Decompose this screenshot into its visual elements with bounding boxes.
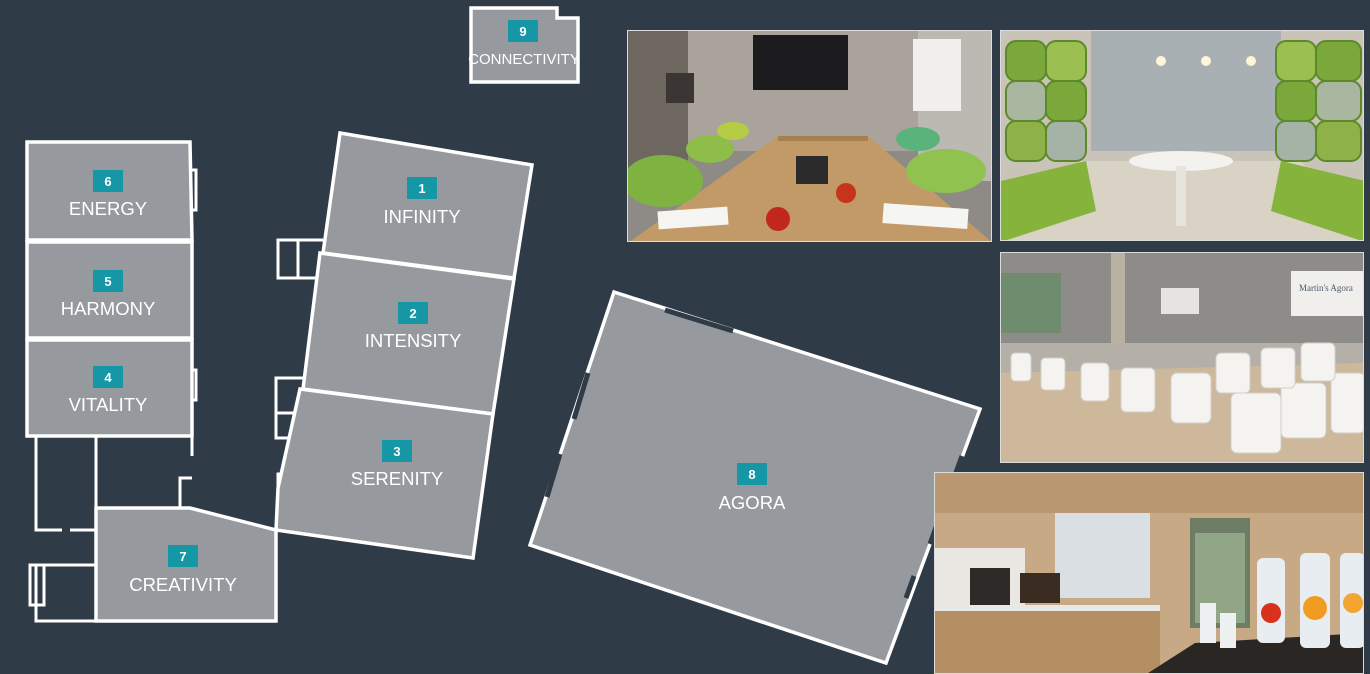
coffee-break-photo — [934, 472, 1364, 674]
room-name: SERENITY — [351, 468, 444, 489]
room-number: 6 — [104, 174, 111, 189]
screen-sign-text: Martin's Agora — [1299, 283, 1353, 293]
room-number: 5 — [104, 274, 111, 289]
room-name: CONNECTIVITY — [468, 51, 580, 68]
room-name: ENERGY — [69, 198, 147, 219]
room-number: 7 — [179, 549, 186, 564]
room-number: 4 — [104, 370, 112, 385]
room-number: 3 — [393, 444, 400, 459]
room-name: INTENSITY — [365, 330, 462, 351]
coffee-break-illustration — [935, 473, 1363, 673]
room-name: CREATIVITY — [129, 574, 237, 595]
theatre-photo: Martin's Agora — [1000, 252, 1364, 463]
room-number: 8 — [748, 467, 755, 482]
lounge-photo — [1000, 30, 1364, 241]
room-name: HARMONY — [61, 298, 156, 319]
room-connectivity[interactable] — [469, 6, 580, 84]
lounge-illustration — [1001, 31, 1363, 240]
room-number: 1 — [418, 181, 425, 196]
room-number: 9 — [519, 24, 526, 39]
boardroom-illustration — [628, 31, 991, 241]
room-name: VITALITY — [69, 394, 148, 415]
room-name: INFINITY — [383, 206, 460, 227]
room-number: 2 — [409, 306, 416, 321]
theatre-illustration: Martin's Agora — [1001, 253, 1363, 462]
boardroom-photo — [627, 30, 992, 242]
room-name: AGORA — [719, 492, 786, 513]
